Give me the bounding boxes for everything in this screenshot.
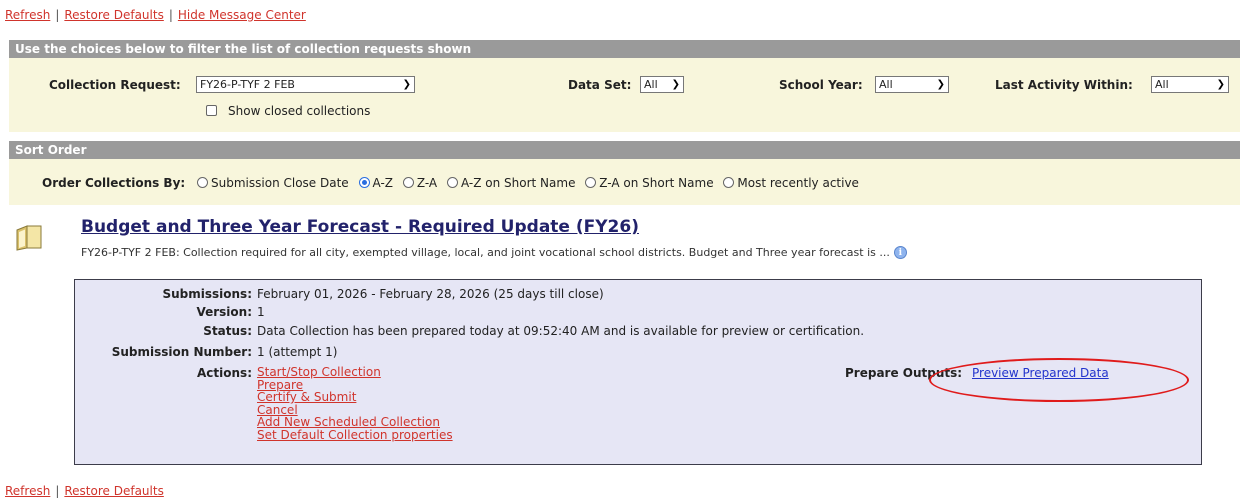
filter-panel: Collection Request: FY26-P-TYF 2 FEB ❯ S… (9, 58, 1240, 132)
separator: | (55, 484, 60, 498)
version-label: Version: (196, 305, 252, 319)
separator: | (168, 8, 173, 22)
sort-option-label: Z-A (416, 176, 438, 190)
collection-request-select[interactable]: FY26-P-TYF 2 FEB ❯ (196, 76, 415, 93)
collection-description-text: FY26-P-TYF 2 FEB: Collection required fo… (81, 246, 890, 259)
sort-option-label: A-Z (372, 176, 394, 190)
refresh-link[interactable]: Refresh (5, 484, 50, 498)
separator: | (55, 8, 60, 22)
status-label: Status: (203, 324, 252, 338)
restore-defaults-link[interactable]: Restore Defaults (64, 8, 163, 22)
radio-z-a-short-name[interactable] (585, 177, 597, 188)
radio-most-recently-active[interactable] (723, 177, 735, 188)
data-set-label: Data Set: (568, 78, 632, 92)
radio-a-z[interactable] (358, 177, 370, 188)
collection-details: Submissions: February 01, 2026 - Februar… (74, 279, 1202, 465)
top-links: Refresh | Restore Defaults | Hide Message Ce… (5, 8, 306, 22)
chevron-down-icon: ❯ (1216, 79, 1225, 90)
actions-label: Actions: (197, 366, 252, 380)
preview-prepared-data-link[interactable]: Preview Prepared Data (972, 366, 1109, 380)
actions-list: Start/Stop Collection Prepare Certify & … (257, 366, 453, 441)
school-year-value: All (879, 78, 893, 91)
filter-header: Use the choices below to filter the list… (9, 40, 1240, 58)
last-activity-value: All (1155, 78, 1169, 91)
restore-defaults-link[interactable]: Restore Defaults (64, 484, 163, 498)
info-icon[interactable]: i (893, 246, 907, 259)
chevron-down-icon: ❯ (402, 79, 411, 90)
hide-message-center-link[interactable]: Hide Message Center (178, 8, 306, 22)
refresh-link[interactable]: Refresh (5, 8, 50, 22)
collection-description: FY26-P-TYF 2 FEB: Collection required fo… (81, 246, 907, 259)
chevron-down-icon: ❯ (671, 79, 680, 90)
radio-z-a[interactable] (402, 177, 414, 188)
sort-option-label: Most recently active (737, 176, 859, 190)
status-value: Data Collection has been prepared today … (257, 324, 865, 338)
set-default-collection-properties-link[interactable]: Set Default Collection properties (257, 428, 453, 442)
sort-header: Sort Order (9, 141, 1240, 159)
chevron-down-icon: ❯ (936, 79, 945, 90)
bottom-links: Refresh | Restore Defaults (5, 484, 164, 498)
sort-option-label: Z-A on Short Name (599, 176, 714, 190)
sort-options: Order Collections By: Submission Close D… (42, 176, 859, 190)
last-activity-label: Last Activity Within: (995, 78, 1133, 92)
collection-request-value: FY26-P-TYF 2 FEB (200, 78, 295, 91)
show-closed-checkbox[interactable] (206, 105, 217, 116)
submission-number-value: 1 (attempt 1) (257, 345, 338, 359)
sort-label: Order Collections By: (42, 176, 186, 190)
radio-a-z-short-name[interactable] (446, 177, 458, 188)
folder-icon (16, 225, 42, 251)
sort-option-label: A-Z on Short Name (460, 176, 576, 190)
school-year-select[interactable]: All ❯ (875, 76, 949, 93)
certify-submit-link[interactable]: Certify & Submit (257, 391, 453, 404)
data-set-select[interactable]: All ❯ (640, 76, 684, 93)
data-set-value: All (644, 78, 658, 91)
submissions-label: Submissions: (162, 287, 252, 301)
submissions-value: February 01, 2026 - February 28, 2026 (2… (257, 287, 604, 301)
collection-request-label: Collection Request: (49, 78, 181, 92)
show-closed-label: Show closed collections (228, 104, 371, 118)
collection-title-link[interactable]: Budget and Three Year Forecast - Require… (81, 217, 639, 237)
start-stop-collection-link[interactable]: Start/Stop Collection (257, 366, 453, 379)
prepare-outputs-label: Prepare Outputs: (845, 366, 963, 380)
school-year-label: School Year: (779, 78, 863, 92)
sort-option-label: Submission Close Date (211, 176, 349, 190)
submission-number-label: Submission Number: (111, 345, 252, 359)
last-activity-select[interactable]: All ❯ (1151, 76, 1229, 93)
add-new-scheduled-collection-link[interactable]: Add New Scheduled Collection (257, 416, 453, 429)
radio-submission-close-date[interactable] (197, 177, 209, 188)
version-value: 1 (257, 305, 265, 319)
